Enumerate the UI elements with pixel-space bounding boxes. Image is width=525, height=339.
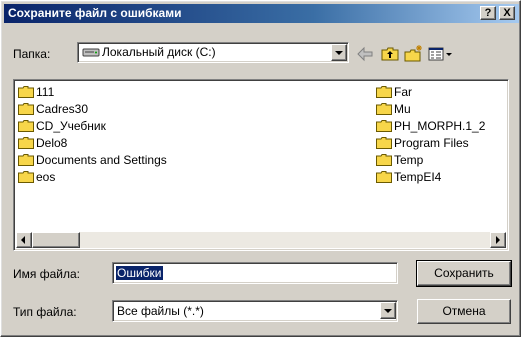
file-name: Mu <box>394 102 411 116</box>
list-item[interactable]: eos <box>18 169 55 185</box>
folder-value: Локальный диск (C:) <box>102 45 216 59</box>
file-name: eos <box>36 170 56 184</box>
filetype-label: Тип файла: <box>13 305 77 319</box>
folder-icon <box>376 85 392 98</box>
up-folder-icon[interactable] <box>379 43 401 65</box>
folder-combobox[interactable]: Локальный диск (C:) <box>77 42 349 63</box>
title-bar[interactable]: Сохраните файл с ошибками ? X <box>4 4 519 23</box>
folder-icon <box>18 170 34 183</box>
folder-dropdown-button[interactable] <box>331 44 347 61</box>
list-item[interactable]: Delo8 <box>18 135 67 151</box>
file-name: CD_Учебник <box>36 119 106 133</box>
folder-icon <box>18 153 34 166</box>
view-menu-icon[interactable] <box>427 43 455 65</box>
list-item[interactable]: Cadres30 <box>18 101 88 117</box>
list-item[interactable]: Documents and Settings <box>18 152 167 168</box>
help-button[interactable]: ? <box>480 6 496 20</box>
list-item[interactable]: TempEI4 <box>376 169 441 185</box>
file-list[interactable]: 111 Cadres30 CD_Учебник Delo8 Documents … <box>13 79 509 251</box>
folder-label: Папка: <box>13 47 51 61</box>
filename-label: Имя файла: <box>13 267 80 281</box>
save-button[interactable]: Сохранить <box>416 260 512 287</box>
drive-icon <box>82 46 100 61</box>
folder-icon <box>376 170 392 183</box>
file-name: Documents and Settings <box>36 153 167 167</box>
filename-value: Ошибки <box>116 266 163 280</box>
list-item[interactable]: PH_MORPH.1_2 <box>376 118 485 134</box>
list-item[interactable]: Temp <box>376 152 423 168</box>
horizontal-scrollbar[interactable] <box>16 232 506 248</box>
list-item[interactable]: CD_Учебник <box>18 118 106 134</box>
list-item[interactable]: 111 <box>18 84 54 100</box>
filetype-dropdown-button[interactable] <box>380 302 396 319</box>
file-name: Temp <box>394 153 424 167</box>
folder-icon <box>376 153 392 166</box>
new-folder-icon[interactable] <box>403 43 425 65</box>
filename-input[interactable]: Ошибки <box>112 262 398 284</box>
folder-icon <box>18 102 34 115</box>
file-name: Delo8 <box>36 136 68 150</box>
filetype-combobox[interactable]: Все файлы (*.*) <box>112 300 398 322</box>
close-button[interactable]: X <box>499 6 515 20</box>
window-title: Сохраните файл с ошибками <box>8 6 182 20</box>
list-item[interactable]: Program Files <box>376 135 469 151</box>
back-arrow-icon[interactable] <box>354 43 376 65</box>
folder-icon <box>376 136 392 149</box>
scroll-left-button[interactable] <box>16 232 32 248</box>
folder-icon <box>18 85 34 98</box>
scroll-thumb[interactable] <box>32 232 80 248</box>
folder-icon <box>18 136 34 149</box>
file-name: TempEI4 <box>394 170 442 184</box>
file-name: Program Files <box>394 136 469 150</box>
scroll-right-button[interactable] <box>490 232 506 248</box>
cancel-button[interactable]: Отмена <box>417 299 511 324</box>
filetype-value: Все файлы (*.*) <box>117 304 204 318</box>
list-item[interactable]: Mu <box>376 101 411 117</box>
list-item[interactable]: Far <box>376 84 412 100</box>
folder-icon <box>18 119 34 132</box>
file-name: PH_MORPH.1_2 <box>394 119 486 133</box>
file-name: 111 <box>36 85 55 99</box>
file-name: Far <box>394 85 412 99</box>
folder-icon <box>376 119 392 132</box>
file-name: Cadres30 <box>36 102 89 116</box>
folder-icon <box>376 102 392 115</box>
save-dialog: Сохраните файл с ошибками ? X Папка: Лок… <box>0 0 521 337</box>
